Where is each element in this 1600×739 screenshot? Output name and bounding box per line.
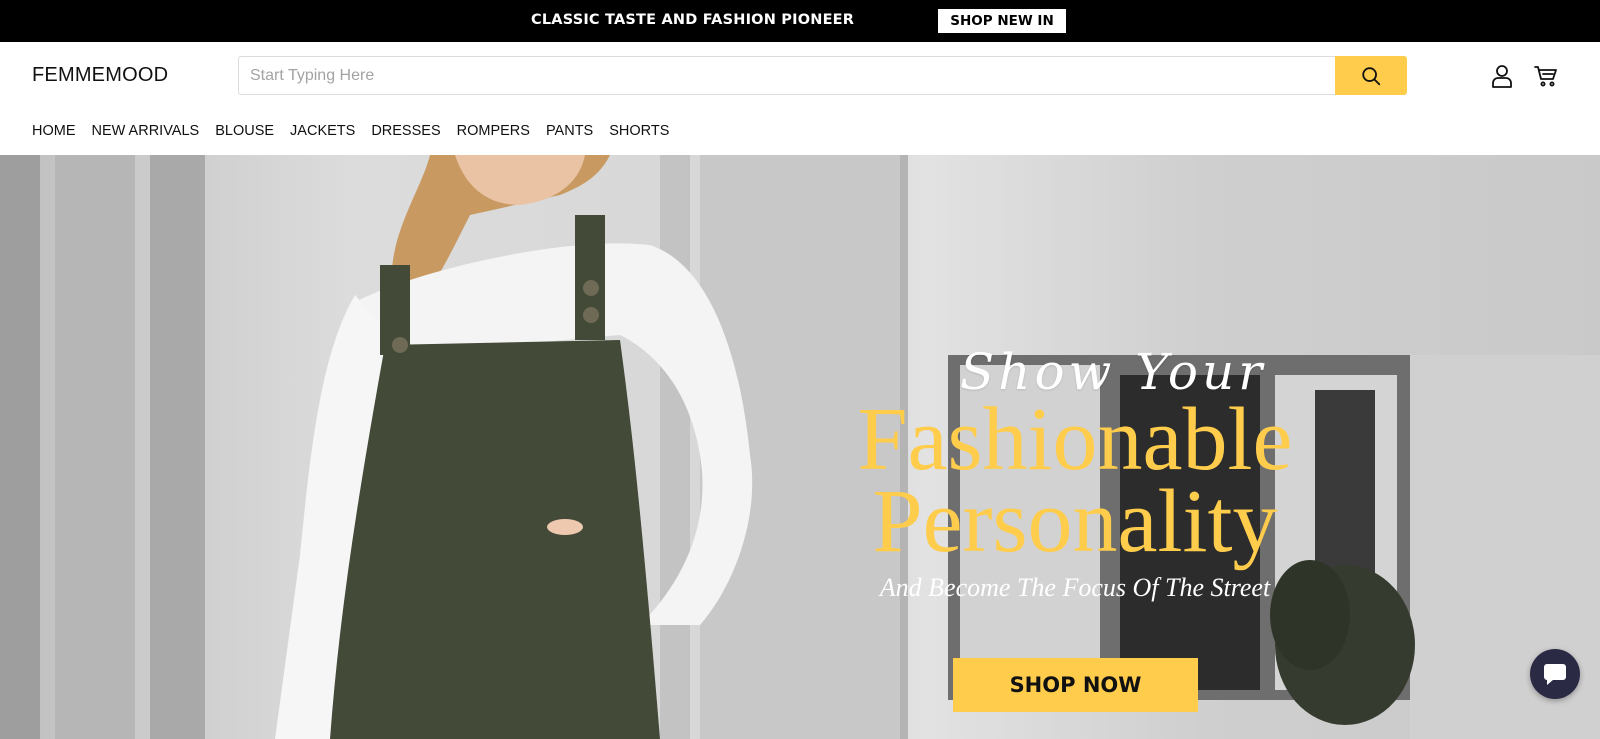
- shop-new-in-button[interactable]: SHOP NEW IN: [938, 9, 1066, 33]
- search-button[interactable]: [1335, 56, 1407, 95]
- hero-title-line-2: Personality: [872, 472, 1278, 571]
- shop-now-button[interactable]: SHOP NOW: [953, 658, 1198, 712]
- nav-item-rompers[interactable]: ROMPERS: [457, 123, 530, 139]
- nav-item-blouse[interactable]: BLOUSE: [215, 123, 274, 139]
- hero-banner[interactable]: Show Your Fashionable Personality And Be…: [0, 155, 1600, 739]
- search-bar: [238, 56, 1407, 95]
- site-logo[interactable]: FEMMEMOOD: [32, 64, 168, 87]
- hero-subtitle: And Become The Focus Of The Street: [879, 573, 1271, 602]
- chat-button[interactable]: [1530, 649, 1580, 699]
- account-button[interactable]: [1489, 63, 1515, 89]
- hero-title-line-1: Fashionable: [857, 390, 1293, 489]
- user-icon: [1492, 65, 1512, 88]
- announcement-bar: CLASSIC TASTE AND FASHION PIONEER SHOP N…: [0, 0, 1600, 42]
- nav-item-dresses[interactable]: DRESSES: [371, 123, 440, 139]
- search-icon: [1362, 66, 1381, 85]
- cart-icon: [1534, 66, 1557, 87]
- nav-item-shorts[interactable]: SHORTS: [609, 123, 669, 139]
- search-input[interactable]: [238, 56, 1335, 95]
- nav-item-new-arrivals[interactable]: NEW ARRIVALS: [92, 123, 200, 139]
- announcement-text: CLASSIC TASTE AND FASHION PIONEER: [531, 12, 855, 28]
- chat-bubble-icon: [1544, 664, 1566, 685]
- main-nav: HOME NEW ARRIVALS BLOUSE JACKETS DRESSES…: [32, 123, 685, 139]
- nav-item-home[interactable]: HOME: [32, 123, 76, 139]
- nav-item-jackets[interactable]: JACKETS: [290, 123, 355, 139]
- cart-button[interactable]: [1533, 63, 1559, 89]
- nav-item-pants[interactable]: PANTS: [546, 123, 593, 139]
